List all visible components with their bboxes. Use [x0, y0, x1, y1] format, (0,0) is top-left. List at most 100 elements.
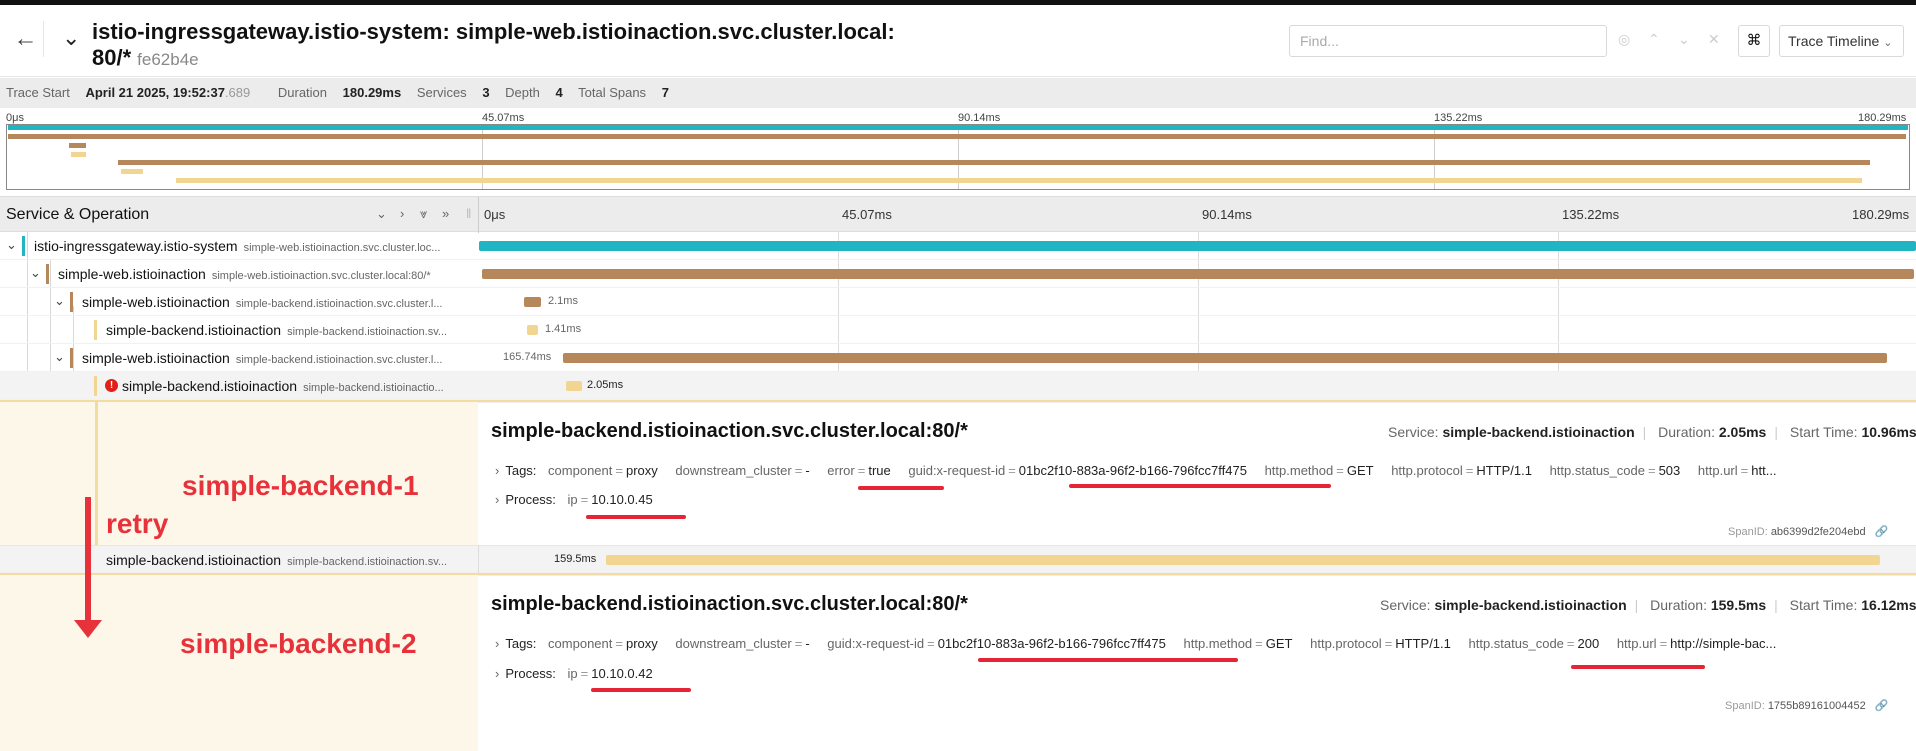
tag-item: guid:x-request-id = 01bc2f10-883a-96f2-b16…: [908, 463, 1247, 478]
trace-summary: Trace Start April 21 2025, 19:52:37.689 …: [0, 78, 1916, 108]
chevron-down-icon: ⌄: [1883, 37, 1893, 49]
column-divider[interactable]: [478, 197, 479, 233]
tag-item: guid:x-request-id = 01bc2f10-883a-96f2-b16…: [827, 636, 1166, 651]
tag-item: component = proxy: [548, 463, 658, 478]
chevron-down-icon[interactable]: ⌄: [54, 293, 65, 309]
keyboard-shortcuts-button[interactable]: ⌘: [1738, 25, 1770, 57]
span-duration-label: 165.74ms: [503, 351, 552, 363]
span-row[interactable]: ⌄ simple-web.istioinaction simple-backend…: [0, 288, 1916, 316]
span-detail-title: simple-backend.istioinaction.svc.cluster…: [491, 420, 968, 442]
service-color-marker: [46, 264, 49, 284]
annotation-backend-2: simple-backend-2: [180, 628, 417, 659]
tag-item: http.status_code = 200: [1468, 636, 1600, 651]
annotation-backend-1: simple-backend-1: [182, 470, 419, 501]
tag-item: http.status_code = 503: [1549, 463, 1681, 478]
next-match-icon[interactable]: ⌄: [1678, 31, 1690, 48]
process-row[interactable]: › Process: ip = 10.10.0.42: [495, 666, 667, 681]
span-detail-meta: Service: simple-backend.istioinaction | D…: [1388, 424, 1916, 440]
trace-header: ← ⌄ istio-ingressgateway.istio-system: s…: [0, 5, 1916, 77]
find-input[interactable]: [1289, 25, 1607, 57]
span-name: simple-web.istioinaction simple-web.istio…: [58, 266, 431, 282]
tag-item: http.protocol = HTTP/1.1: [1310, 636, 1451, 651]
minimap-viewport[interactable]: [6, 124, 1910, 190]
minimap-tick: 90.14ms: [958, 112, 1001, 124]
retry-arrow-head-icon: [74, 620, 102, 638]
column-divider: [478, 545, 479, 573]
view-select[interactable]: Trace Timeline ⌄: [1779, 25, 1904, 57]
minimap-tick: 135.22ms: [1434, 112, 1483, 124]
minimap-tick: 0μs: [6, 112, 24, 124]
span-name: simple-backend.istioinaction simple-backe…: [106, 552, 448, 568]
collapse-one-icon[interactable]: ⌄: [376, 206, 387, 222]
span-detail-meta: Service: simple-backend.istioinaction | D…: [1380, 597, 1916, 613]
annotation-underline: [1069, 484, 1331, 488]
expand-one-icon[interactable]: ›: [400, 206, 404, 221]
span-bar[interactable]: [482, 269, 1914, 279]
back-button[interactable]: ←: [8, 21, 44, 57]
service-color-marker: [70, 292, 73, 312]
process-item: ip = 10.10.0.42: [567, 666, 653, 681]
annotation-underline: [586, 515, 686, 519]
trace-minimap[interactable]: 0μs 45.07ms 90.14ms 135.22ms 180.29ms: [0, 108, 1916, 190]
expand-all-icon[interactable]: ⩔: [420, 206, 427, 222]
command-icon: ⌘: [1746, 32, 1762, 49]
trace-title-text: istio-ingressgateway.istio-system: simpl…: [92, 19, 895, 44]
collapse-all-icon[interactable]: »: [442, 206, 449, 221]
tag-item: http.url = htt...: [1697, 463, 1777, 478]
chevron-right-icon[interactable]: ›: [495, 492, 499, 507]
process-row[interactable]: › Process: ip = 10.10.0.45: [495, 492, 667, 507]
tags-row[interactable]: › Tags: component = proxy downstream_cluste…: [495, 463, 1791, 478]
timeline-header: Service & Operation ⌄ › ⩔ » ‖ 0μs 45.07m…: [0, 196, 1916, 233]
span-bar[interactable]: [606, 555, 1880, 565]
span-detail-title: simple-backend.istioinaction.svc.cluster…: [491, 593, 968, 615]
trace-title: istio-ingressgateway.istio-system: simpl…: [92, 19, 952, 73]
clear-search-icon[interactable]: ✕: [1708, 31, 1720, 48]
span-row[interactable]: ⌄ simple-web.istioinaction simple-web.ist…: [0, 260, 1916, 288]
timeline-tick: 45.07ms: [842, 207, 892, 222]
span-bar[interactable]: [527, 325, 538, 335]
column-resizer[interactable]: ‖: [466, 206, 471, 221]
tag-item: error = true: [827, 463, 891, 478]
trace-start: Trace Start April 21 2025, 19:52:37.689: [6, 85, 251, 100]
find-target-icon[interactable]: ◎: [1618, 31, 1630, 48]
annotation-underline: [1571, 665, 1705, 669]
span-name: simple-backend.istioinaction simple-backe…: [106, 322, 448, 338]
collapse-chevron-icon[interactable]: ⌄: [62, 23, 80, 53]
tag-item: http.method = GET: [1183, 636, 1293, 651]
chevron-down-icon[interactable]: ⌄: [30, 265, 41, 281]
span-name: simple-backend.istioinaction simple-backe…: [122, 378, 444, 394]
tag-item: downstream_cluster = -: [675, 636, 810, 651]
span-bar[interactable]: [566, 381, 582, 391]
chevron-down-icon[interactable]: ⌄: [54, 349, 65, 365]
span-row[interactable]: simple-backend.istioinaction simple-backe…: [0, 316, 1916, 344]
span-duration-label: 159.5ms: [554, 553, 597, 565]
service-color-marker: [70, 348, 73, 368]
span-id: SpanID: 1755b89161004452 🔗: [1725, 700, 1889, 712]
span-bar[interactable]: [563, 353, 1887, 363]
tag-item: http.method = GET: [1264, 463, 1374, 478]
link-icon[interactable]: 🔗: [1875, 700, 1889, 712]
span-row-selected[interactable]: ! simple-backend.istioinaction simple-bac…: [0, 372, 1916, 400]
timeline-tick: 135.22ms: [1562, 207, 1620, 222]
trace-id: fe62b4e: [137, 50, 199, 69]
span-row[interactable]: ⌄ istio-ingressgateway.istio-system simpl…: [0, 232, 1916, 260]
chevron-right-icon[interactable]: ›: [495, 666, 499, 681]
span-name: simple-web.istioinaction simple-backend.i…: [82, 350, 443, 366]
prev-match-icon[interactable]: ⌃: [1648, 31, 1660, 48]
tag-item: component = proxy: [548, 636, 658, 651]
span-row[interactable]: ⌄ simple-web.istioinaction simple-backend…: [0, 344, 1916, 372]
span-bar[interactable]: [479, 241, 1916, 251]
link-icon[interactable]: 🔗: [1875, 526, 1889, 538]
tags-row[interactable]: › Tags: component = proxy downstream_cluste…: [495, 636, 1790, 651]
chevron-down-icon[interactable]: ⌄: [6, 237, 17, 253]
span-row[interactable]: simple-backend.istioinaction simple-backe…: [0, 545, 1916, 573]
span-duration-label: 1.41ms: [545, 323, 582, 335]
timeline-tick: 0μs: [484, 207, 506, 222]
arrow-left-icon: ←: [13, 25, 38, 52]
chevron-right-icon[interactable]: ›: [495, 463, 499, 478]
span-duration-label: 2.05ms: [587, 379, 624, 391]
span-bar[interactable]: [524, 297, 541, 307]
trace-title-text-cont: 80/*: [92, 45, 132, 70]
annotation-retry: retry: [106, 508, 169, 539]
chevron-right-icon[interactable]: ›: [495, 636, 499, 651]
